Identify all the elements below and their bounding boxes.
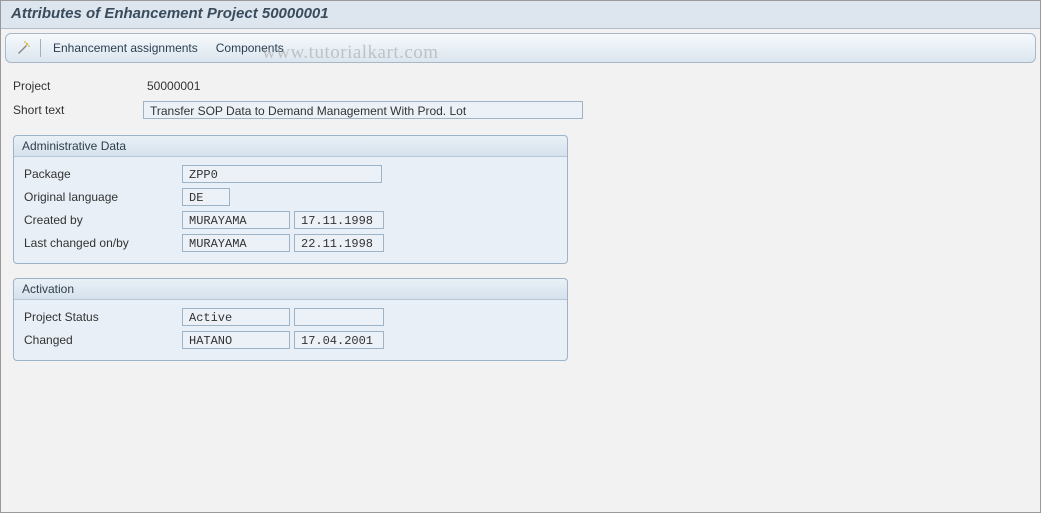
created-by-date-field[interactable]: 17.11.1998 xyxy=(294,211,384,229)
package-label: Package xyxy=(24,167,182,181)
components-button[interactable]: Components xyxy=(210,39,290,57)
original-language-label: Original language xyxy=(24,190,182,204)
project-value: 50000001 xyxy=(143,79,200,93)
page-title: Attributes of Enhancement Project 500000… xyxy=(11,5,1030,22)
activation-groupbox: Activation Project Status Active Changed… xyxy=(13,278,568,361)
wand-icon[interactable] xyxy=(12,38,34,58)
created-by-label: Created by xyxy=(24,213,182,227)
toolbar-divider xyxy=(40,39,41,57)
last-changed-date-field[interactable]: 22.11.1998 xyxy=(294,234,384,252)
created-by-user-field[interactable]: MURAYAMA xyxy=(182,211,290,229)
toolbar: Enhancement assignments Components xyxy=(5,33,1036,63)
short-text-label: Short text xyxy=(13,103,143,117)
project-status-field[interactable]: Active xyxy=(182,308,290,326)
last-changed-user-field[interactable]: MURAYAMA xyxy=(182,234,290,252)
activation-header: Activation xyxy=(14,279,567,300)
activation-changed-date-field[interactable]: 17.04.2001 xyxy=(294,331,384,349)
content-area: Project 50000001 Short text Transfer SOP… xyxy=(1,67,1040,369)
activation-changed-label: Changed xyxy=(24,333,182,347)
package-field[interactable]: ZPP0 xyxy=(182,165,382,183)
project-status-extra-field[interactable] xyxy=(294,308,384,326)
title-bar: Attributes of Enhancement Project 500000… xyxy=(1,1,1040,29)
project-label: Project xyxy=(13,79,143,93)
activation-changed-user-field[interactable]: HATANO xyxy=(182,331,290,349)
short-text-row: Short text Transfer SOP Data to Demand M… xyxy=(13,99,1028,121)
administrative-data-header: Administrative Data xyxy=(14,136,567,157)
short-text-field[interactable]: Transfer SOP Data to Demand Management W… xyxy=(143,101,583,119)
project-status-label: Project Status xyxy=(24,310,182,324)
project-row: Project 50000001 xyxy=(13,75,1028,97)
enhancement-assignments-button[interactable]: Enhancement assignments xyxy=(47,39,204,57)
last-changed-label: Last changed on/by xyxy=(24,236,182,250)
administrative-data-groupbox: Administrative Data Package ZPP0 Origina… xyxy=(13,135,568,264)
original-language-field[interactable]: DE xyxy=(182,188,230,206)
